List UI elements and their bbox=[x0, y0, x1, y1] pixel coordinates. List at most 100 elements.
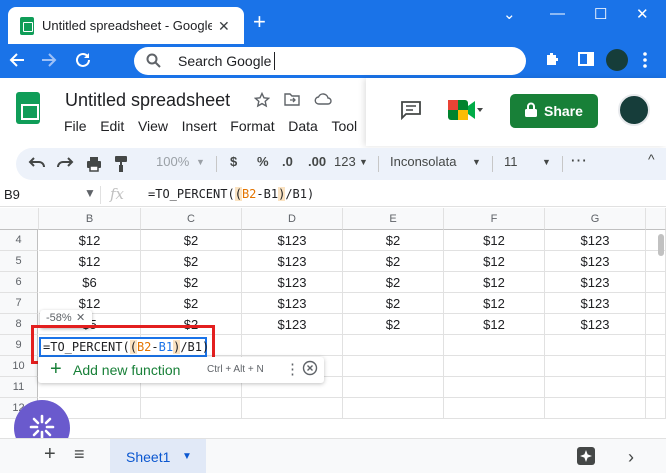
column-header-d[interactable]: D bbox=[242, 208, 343, 230]
add-function-close-icon[interactable] bbox=[302, 360, 318, 376]
star-icon[interactable] bbox=[254, 92, 270, 108]
cell-d8[interactable]: $123 bbox=[242, 314, 343, 335]
zoom-select[interactable]: 100% bbox=[156, 154, 189, 169]
column-header-e[interactable]: E bbox=[343, 208, 444, 230]
menu-data[interactable]: Data bbox=[288, 118, 318, 134]
font-size-caret-icon[interactable]: ▼ bbox=[542, 157, 551, 167]
menu-format[interactable]: Format bbox=[230, 118, 274, 134]
cell-d9[interactable] bbox=[242, 335, 343, 356]
side-panel-toggle-icon[interactable]: › bbox=[628, 447, 634, 468]
add-function-more-icon[interactable]: ⋮ bbox=[285, 360, 300, 378]
zoom-caret-icon[interactable]: ▼ bbox=[196, 157, 205, 167]
font-size-select[interactable]: 11 bbox=[504, 154, 518, 169]
row-header-7[interactable]: 7 bbox=[0, 293, 38, 314]
account-avatar[interactable] bbox=[618, 94, 650, 126]
undo-icon[interactable] bbox=[28, 156, 46, 170]
forward-arrow-icon[interactable] bbox=[40, 51, 58, 69]
meet-icon[interactable] bbox=[446, 98, 484, 122]
menu-tools[interactable]: Tool bbox=[331, 118, 357, 134]
number-format-caret-icon[interactable]: ▼ bbox=[359, 157, 368, 167]
cell-d5[interactable]: $123 bbox=[242, 251, 343, 272]
sheet-tab-sheet1[interactable]: Sheet1 ▼ bbox=[110, 439, 206, 473]
cell-f7[interactable]: $12 bbox=[444, 293, 545, 314]
collapse-toolbar-icon[interactable]: ^ bbox=[648, 151, 655, 167]
cloud-status-icon[interactable] bbox=[314, 92, 332, 106]
cell-g10[interactable] bbox=[545, 356, 646, 377]
cell-d7[interactable]: $123 bbox=[242, 293, 343, 314]
cell-f5[interactable]: $12 bbox=[444, 251, 545, 272]
increase-decimal-button[interactable]: .00 bbox=[308, 154, 326, 169]
cell-f4[interactable]: $12 bbox=[444, 230, 545, 251]
font-select[interactable]: Inconsolata bbox=[390, 154, 457, 169]
add-sheet-button[interactable]: + bbox=[44, 443, 56, 466]
decrease-decimal-button[interactable]: .0 bbox=[282, 154, 293, 169]
vertical-scrollbar[interactable] bbox=[656, 230, 666, 430]
add-function-button[interactable]: Add new function bbox=[73, 362, 180, 378]
more-tools-icon[interactable]: ⋯ bbox=[570, 151, 587, 171]
cell-g6[interactable]: $123 bbox=[545, 272, 646, 293]
cell-e4[interactable]: $2 bbox=[343, 230, 444, 251]
sheets-logo-icon[interactable] bbox=[16, 92, 40, 124]
cell-c4[interactable]: $2 bbox=[141, 230, 242, 251]
browser-tab[interactable]: Untitled spreadsheet - Google Sh ✕ bbox=[8, 7, 244, 44]
column-header-c[interactable]: C bbox=[141, 208, 242, 230]
omnibox[interactable]: Search Google bbox=[134, 47, 526, 75]
cell-c5[interactable]: $2 bbox=[141, 251, 242, 272]
cell-f12[interactable] bbox=[444, 398, 545, 419]
share-button[interactable]: Share bbox=[510, 94, 598, 128]
formula-input[interactable]: =TO_PERCENT((B2-B1)/B1) bbox=[148, 187, 314, 201]
cell-b4[interactable]: $12 bbox=[39, 230, 141, 251]
paint-format-icon[interactable] bbox=[114, 155, 128, 173]
scrollbar-thumb[interactable] bbox=[658, 234, 664, 256]
column-header-b[interactable]: B bbox=[39, 208, 141, 230]
cell-f10[interactable] bbox=[444, 356, 545, 377]
number-format-button[interactable]: 123 bbox=[334, 154, 356, 169]
row-header-11[interactable]: 11 bbox=[0, 377, 38, 398]
preview-close-icon[interactable]: ✕ bbox=[76, 311, 85, 324]
cell-g4[interactable]: $123 bbox=[545, 230, 646, 251]
cell-b5[interactable]: $12 bbox=[39, 251, 141, 272]
menu-edit[interactable]: Edit bbox=[100, 118, 124, 134]
row-header-4[interactable]: 4 bbox=[0, 230, 38, 251]
cell-c7[interactable]: $2 bbox=[141, 293, 242, 314]
cell-e8[interactable]: $2 bbox=[343, 314, 444, 335]
cell-f8[interactable]: $12 bbox=[444, 314, 545, 335]
minimize-button[interactable]: — bbox=[550, 5, 565, 22]
all-sheets-button[interactable]: ≡ bbox=[74, 444, 85, 465]
browser-menu-icon[interactable] bbox=[642, 51, 648, 69]
explore-icon[interactable] bbox=[576, 446, 596, 466]
cell-e9[interactable] bbox=[343, 335, 444, 356]
name-box[interactable]: B9 bbox=[4, 187, 20, 202]
cell-b6[interactable]: $6 bbox=[39, 272, 141, 293]
redo-icon[interactable] bbox=[56, 156, 74, 170]
row-header-6[interactable]: 6 bbox=[0, 272, 38, 293]
new-tab-button[interactable]: + bbox=[253, 11, 266, 33]
cell-e12[interactable] bbox=[343, 398, 444, 419]
cell-g12[interactable] bbox=[545, 398, 646, 419]
close-window-button[interactable]: ✕ bbox=[636, 5, 649, 23]
cell-d6[interactable]: $123 bbox=[242, 272, 343, 293]
column-header-g[interactable]: G bbox=[545, 208, 646, 230]
column-header-f[interactable]: F bbox=[444, 208, 545, 230]
tab-close-icon[interactable]: ✕ bbox=[218, 18, 230, 35]
reload-icon[interactable] bbox=[74, 51, 92, 69]
sheet-tab-caret-icon[interactable]: ▼ bbox=[182, 451, 192, 462]
extensions-icon[interactable] bbox=[544, 51, 560, 67]
cell-d12[interactable] bbox=[242, 398, 343, 419]
add-function-plus-icon[interactable]: + bbox=[50, 358, 62, 381]
cell-e6[interactable]: $2 bbox=[343, 272, 444, 293]
maximize-button[interactable]: ☐ bbox=[594, 5, 607, 23]
row-header-5[interactable]: 5 bbox=[0, 251, 38, 272]
move-folder-icon[interactable] bbox=[284, 92, 300, 106]
cell-g11[interactable] bbox=[545, 377, 646, 398]
cell-e5[interactable]: $2 bbox=[343, 251, 444, 272]
format-percent-button[interactable]: % bbox=[257, 154, 269, 169]
corner-header[interactable] bbox=[0, 208, 39, 230]
cell-e11[interactable] bbox=[343, 377, 444, 398]
cell-g7[interactable]: $123 bbox=[545, 293, 646, 314]
format-currency-button[interactable]: $ bbox=[230, 154, 237, 169]
menu-view[interactable]: View bbox=[138, 118, 168, 134]
back-arrow-icon[interactable] bbox=[8, 51, 26, 69]
comment-history-icon[interactable] bbox=[400, 100, 422, 120]
cell-e10[interactable] bbox=[343, 356, 444, 377]
